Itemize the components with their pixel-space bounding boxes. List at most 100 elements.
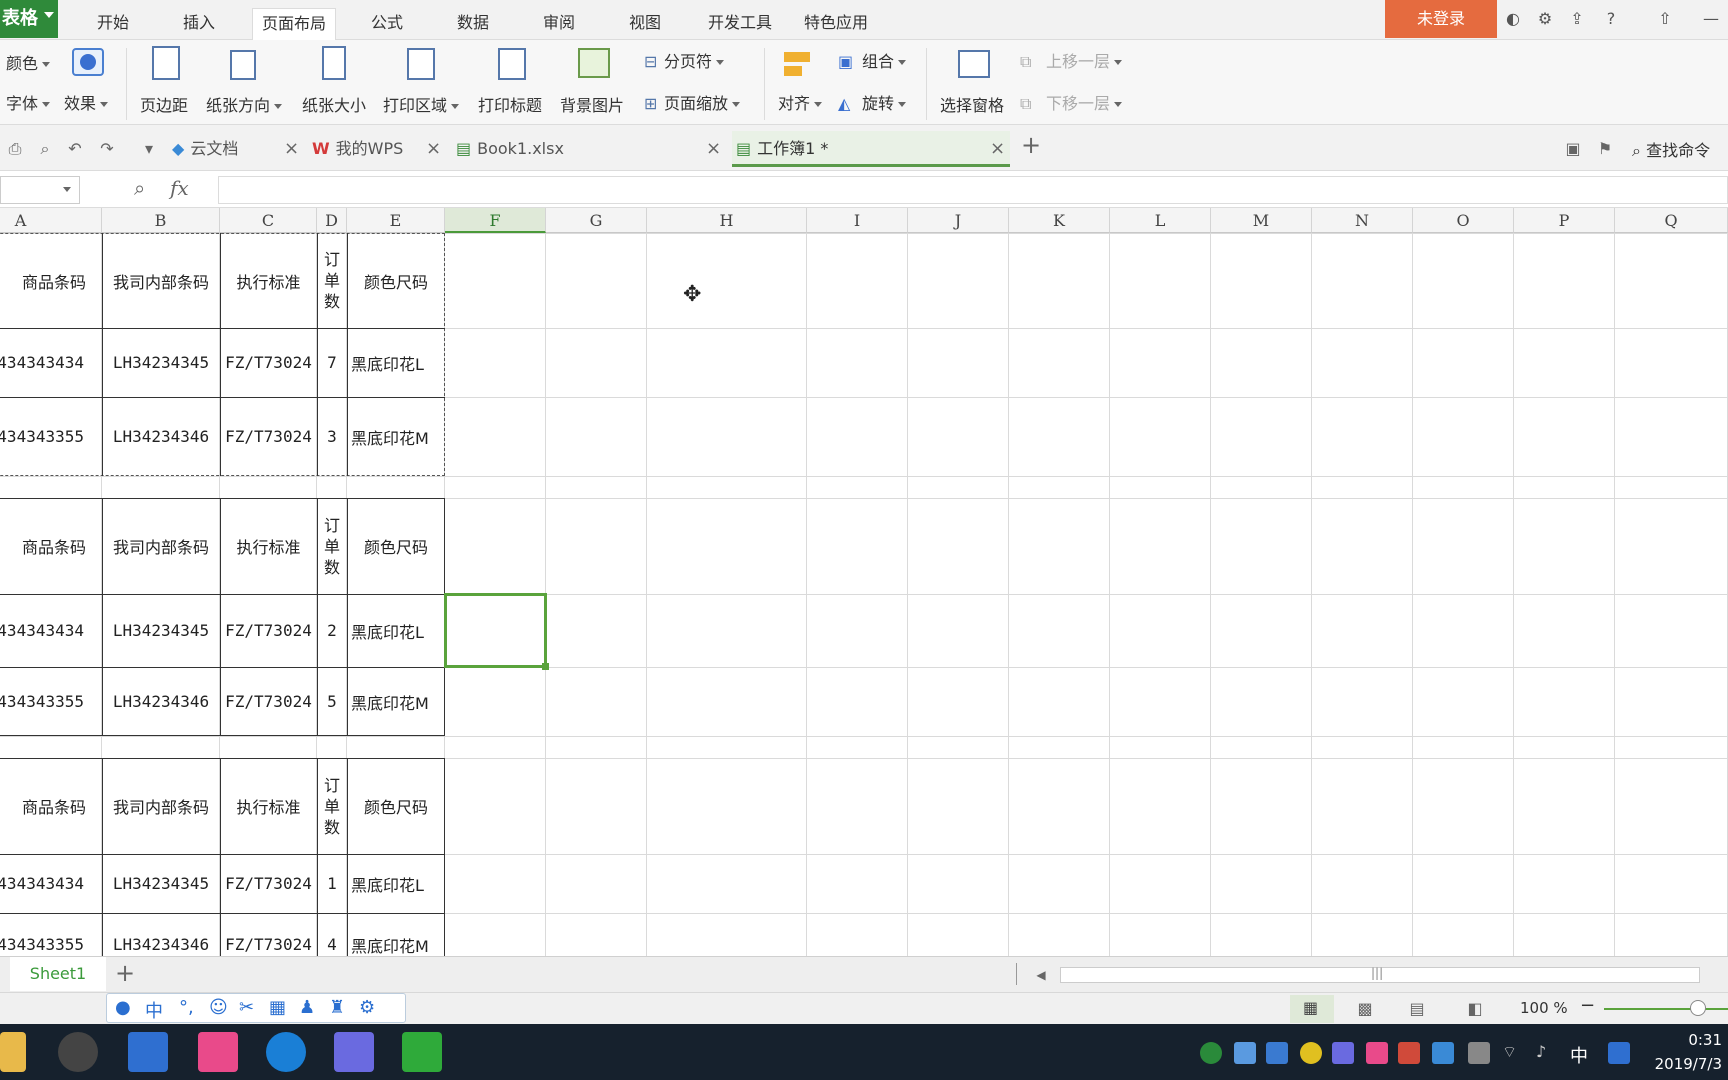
ime-toolbar[interactable]: ● 中 °, ☺ ✂ ▦ ♟ ♜ ⚙ bbox=[106, 993, 406, 1023]
reading-mode-icon[interactable]: ▤ bbox=[1406, 999, 1428, 1019]
align-button[interactable]: 对齐 bbox=[778, 90, 823, 114]
horizontal-scrollbar[interactable]: ||| bbox=[1060, 966, 1700, 983]
table-cell[interactable]: 434343355 bbox=[0, 667, 102, 736]
video-app-icon[interactable] bbox=[198, 1032, 238, 1072]
wps-spreadsheet-icon[interactable] bbox=[402, 1032, 442, 1072]
orientation-button[interactable]: 纸张方向 bbox=[206, 46, 290, 120]
table-cell[interactable]: FZ/T73024 bbox=[220, 594, 317, 667]
column-header-c[interactable]: C bbox=[220, 208, 317, 233]
emoji-icon[interactable]: ☺ bbox=[209, 997, 228, 1018]
tab-review[interactable]: 审阅 bbox=[532, 8, 586, 38]
fx-icon[interactable]: fx bbox=[170, 176, 189, 200]
column-header-f[interactable]: F bbox=[445, 208, 546, 233]
column-header-n[interactable]: N bbox=[1312, 208, 1413, 233]
table-cell[interactable]: 黑底印花L bbox=[347, 328, 445, 397]
column-header-h[interactable]: H bbox=[647, 208, 807, 233]
rotate-button[interactable]: ◭ 旋转 bbox=[838, 90, 907, 114]
table-cell[interactable]: LH34234346 bbox=[102, 913, 220, 956]
table-cell[interactable]: 434343434 bbox=[0, 594, 102, 667]
help-icon[interactable]: ? bbox=[1600, 8, 1622, 30]
table-cell[interactable]: 434343434 bbox=[0, 854, 102, 913]
table-cell[interactable]: FZ/T73024 bbox=[220, 854, 317, 913]
table-cell[interactable]: LH34234345 bbox=[102, 594, 220, 667]
redo-icon[interactable]: ↷ bbox=[96, 139, 118, 159]
table-cell[interactable]: 2 bbox=[317, 594, 347, 667]
share-icon[interactable]: ⇪ bbox=[1566, 8, 1588, 30]
tray-video-icon[interactable] bbox=[1366, 1042, 1388, 1064]
header-order-qty[interactable]: 订单数 bbox=[317, 758, 347, 854]
bring-forward-button[interactable]: ⧉ 上移一层 bbox=[1020, 48, 1123, 72]
print-area-button[interactable]: 打印区域 bbox=[383, 46, 467, 120]
close-icon[interactable]: × bbox=[284, 131, 299, 167]
shirt-icon[interactable]: ♜ bbox=[329, 997, 345, 1018]
minimize-icon[interactable]: — bbox=[1700, 8, 1722, 30]
scroll-left-icon[interactable]: ◀ bbox=[1030, 965, 1052, 985]
zoom-out-icon[interactable]: − bbox=[1580, 995, 1595, 1016]
table-cell[interactable]: 黑底印花L bbox=[347, 594, 445, 667]
table-cell[interactable]: 434343355 bbox=[0, 913, 102, 956]
active-cell-selection[interactable] bbox=[444, 593, 547, 668]
find-command-button[interactable]: ⌕ 查找命令 bbox=[1632, 137, 1710, 161]
tab-home[interactable]: 开始 bbox=[86, 8, 140, 38]
tray-language[interactable]: 中 bbox=[1570, 1042, 1592, 1067]
table-cell[interactable]: 4 bbox=[317, 913, 347, 956]
zoom-formula-icon[interactable]: ⌕ bbox=[134, 176, 145, 200]
avatar-app-icon[interactable] bbox=[58, 1032, 98, 1072]
print-preview-icon[interactable]: ⌕ bbox=[34, 139, 56, 159]
table-cell[interactable]: 黑底印花L bbox=[347, 854, 445, 913]
fill-handle[interactable] bbox=[542, 663, 549, 670]
header-color-size[interactable]: 颜色尺码 bbox=[347, 498, 445, 594]
column-header-d[interactable]: D bbox=[317, 208, 347, 233]
app-menu-button[interactable]: 表格 bbox=[0, 0, 58, 38]
eye-protection-icon[interactable]: ◧ bbox=[1464, 999, 1486, 1019]
page-break-button[interactable]: ⊟ 分页符 bbox=[644, 48, 725, 72]
header-product-barcode[interactable]: 商品条码 bbox=[0, 498, 102, 594]
page-break-view-icon[interactable]: ▩ bbox=[1354, 999, 1376, 1019]
table-cell[interactable]: FZ/T73024 bbox=[220, 913, 317, 956]
column-header-i[interactable]: I bbox=[807, 208, 908, 233]
tray-power-icon[interactable] bbox=[1468, 1042, 1490, 1064]
background-image-button[interactable]: 背景图片 bbox=[560, 46, 632, 120]
tab-view[interactable]: 视图 bbox=[618, 8, 672, 38]
header-product-barcode[interactable]: 商品条码 bbox=[0, 233, 102, 328]
header-color-size[interactable]: 颜色尺码 bbox=[347, 758, 445, 854]
header-order-qty[interactable]: 订单数 bbox=[317, 233, 347, 328]
tab-special[interactable]: 特色应用 bbox=[796, 8, 876, 38]
tab-formulas[interactable]: 公式 bbox=[360, 8, 414, 38]
table-cell[interactable]: FZ/T73024 bbox=[220, 328, 317, 397]
add-sheet-plus-icon[interactable]: + bbox=[114, 961, 136, 985]
send-backward-button[interactable]: ⧉ 下移一层 bbox=[1020, 90, 1123, 114]
gear-icon[interactable]: ⚙ bbox=[359, 997, 375, 1018]
sheet-tab-sheet1[interactable]: Sheet1 bbox=[10, 957, 106, 991]
tab-developer[interactable]: 开发工具 bbox=[700, 8, 780, 38]
chat-app-icon[interactable] bbox=[334, 1032, 374, 1072]
system-clock[interactable]: 0:31 2019/7/3 bbox=[1655, 1028, 1722, 1076]
user-icon[interactable]: ♟ bbox=[299, 997, 315, 1018]
undo-icon[interactable]: ↶ bbox=[64, 139, 86, 159]
name-box[interactable] bbox=[0, 176, 80, 204]
flag-icon[interactable]: ⚑ bbox=[1594, 139, 1616, 159]
column-header-m[interactable]: M bbox=[1211, 208, 1312, 233]
page-zoom-button[interactable]: ⊞ 页面缩放 bbox=[644, 90, 741, 114]
header-standard[interactable]: 执行标准 bbox=[220, 233, 317, 328]
tray-chat-icon[interactable] bbox=[1332, 1042, 1354, 1064]
header-color-size[interactable]: 颜色尺码 bbox=[347, 233, 445, 328]
worksheet-grid[interactable]: A B C D E F G H I J K L M N O P Q 商品条码 我司内部条码 执行标准订单数颜色尺码 43… bbox=[0, 208, 1728, 956]
tab-page-layout[interactable]: 页面布局 bbox=[252, 8, 336, 40]
column-header-k[interactable]: K bbox=[1009, 208, 1110, 233]
tray-shield-icon[interactable] bbox=[1432, 1042, 1454, 1064]
table-cell[interactable]: 黑底印花M bbox=[347, 397, 445, 476]
table-cell[interactable]: LH34234345 bbox=[102, 854, 220, 913]
skin-icon[interactable]: ◐ bbox=[1502, 8, 1524, 30]
table-cell[interactable]: 1 bbox=[317, 854, 347, 913]
quick-access-menu-icon[interactable]: ▾ bbox=[138, 139, 160, 159]
header-internal-barcode[interactable]: 我司内部条码 bbox=[102, 498, 220, 594]
wifi-icon[interactable]: ⌔ bbox=[1502, 1042, 1524, 1064]
column-header-e[interactable]: E bbox=[347, 208, 445, 233]
folder-icon[interactable] bbox=[0, 1032, 26, 1072]
tab-insert[interactable]: 插入 bbox=[172, 8, 226, 38]
table-cell[interactable]: 3 bbox=[317, 397, 347, 476]
theme-icon[interactable] bbox=[72, 48, 104, 76]
column-header-g[interactable]: G bbox=[546, 208, 647, 233]
theme-colors-button[interactable]: 颜色 bbox=[6, 50, 51, 74]
